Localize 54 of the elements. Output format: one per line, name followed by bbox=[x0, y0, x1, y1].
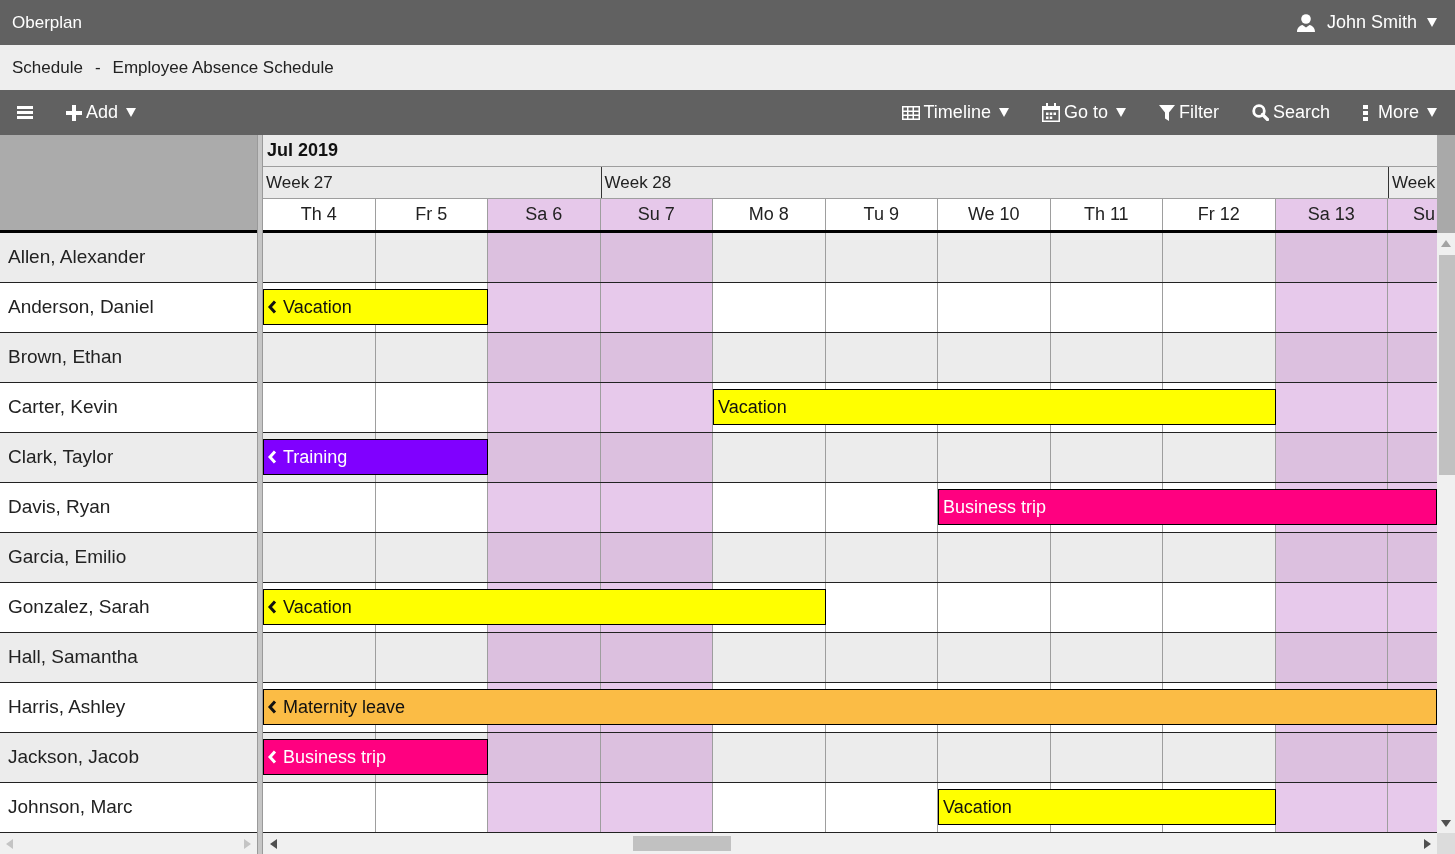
more-button[interactable]: More bbox=[1363, 99, 1437, 126]
week-header: Week 28 bbox=[600, 167, 1388, 198]
vertical-scrollbar[interactable] bbox=[1437, 233, 1455, 833]
calendar-icon bbox=[1041, 103, 1060, 122]
employee-cell: Clark, Taylor bbox=[0, 433, 257, 483]
employee-cell: Hall, Samantha bbox=[0, 633, 257, 683]
absence-bar[interactable]: Business trip bbox=[263, 739, 488, 775]
day-header: Sa 13 bbox=[1275, 199, 1388, 230]
day-header: Sa 6 bbox=[488, 199, 601, 230]
day-cell bbox=[1388, 533, 1437, 582]
person-icon bbox=[1296, 13, 1315, 32]
absence-bar[interactable]: Vacation bbox=[263, 289, 488, 325]
breadcrumb-link[interactable]: Schedule bbox=[12, 54, 83, 81]
day-cell bbox=[1388, 233, 1437, 282]
search-icon bbox=[1251, 104, 1269, 121]
down-triangle-icon[interactable] bbox=[1441, 819, 1451, 827]
search-button[interactable]: Search bbox=[1251, 99, 1330, 126]
grid-icon bbox=[901, 105, 920, 120]
timeline-button[interactable]: Timeline bbox=[901, 99, 1009, 126]
day-cell bbox=[1388, 633, 1437, 682]
horizontal-scrollbar[interactable] bbox=[263, 833, 1437, 854]
day-cell bbox=[1388, 333, 1437, 382]
absence-bar[interactable]: Training bbox=[263, 439, 488, 475]
menu-icon bbox=[17, 106, 33, 119]
filter-button[interactable]: Filter bbox=[1158, 99, 1219, 126]
absence-bar[interactable]: Vacation bbox=[938, 789, 1276, 825]
employee-cell: Brown, Ethan bbox=[0, 333, 257, 383]
absence-bar[interactable]: Vacation bbox=[263, 589, 826, 625]
app-title: Oberplan bbox=[12, 11, 82, 34]
employee-cell: Garcia, Emilio bbox=[0, 533, 257, 583]
absence-bar[interactable]: Maternity leave bbox=[263, 689, 1437, 725]
employee-cell: Allen, Alexander bbox=[0, 233, 257, 283]
absence-bar[interactable]: Vacation bbox=[713, 389, 1276, 425]
goto-button[interactable]: Go to bbox=[1041, 99, 1126, 126]
left-triangle-icon[interactable] bbox=[269, 838, 277, 849]
scrollbar-thumb[interactable] bbox=[633, 836, 731, 851]
plus-icon bbox=[66, 104, 82, 121]
month-header: Jul 2019 bbox=[263, 135, 1437, 167]
scrollbar-corner bbox=[1437, 833, 1455, 854]
up-triangle-icon[interactable] bbox=[1441, 239, 1451, 247]
breadcrumb-separator: - bbox=[94, 56, 101, 79]
user-menu-button[interactable]: John Smith bbox=[1296, 9, 1437, 36]
splitter[interactable] bbox=[257, 135, 263, 854]
employee-cell: Jackson, Jacob bbox=[0, 733, 257, 783]
day-header: Su 7 bbox=[600, 199, 713, 230]
scrollbar-thumb[interactable] bbox=[1439, 255, 1455, 475]
vertical-dots-icon bbox=[1363, 104, 1368, 121]
add-button[interactable]: Add bbox=[66, 99, 137, 126]
page-title: Employee Absence Schedule bbox=[112, 56, 334, 79]
day-header: Su bbox=[1388, 199, 1437, 230]
absence-bar[interactable]: Business trip bbox=[938, 489, 1437, 525]
right-triangle-icon[interactable] bbox=[1423, 838, 1431, 849]
filter-icon bbox=[1158, 104, 1175, 121]
week-header: Week 27 bbox=[265, 171, 334, 194]
